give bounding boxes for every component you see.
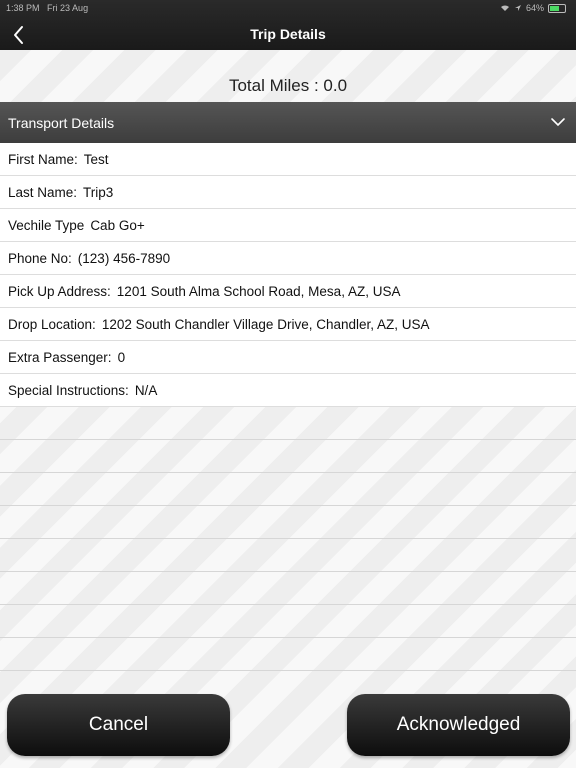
detail-row-pickup: Pick Up Address: 1201 South Alma School R… <box>0 275 576 308</box>
battery-icon <box>548 3 566 13</box>
detail-row-extra-passenger: Extra Passenger: 0 <box>0 341 576 374</box>
detail-key: Pick Up Address: <box>8 283 111 299</box>
detail-row-special-instructions: Special Instructions: N/A <box>0 374 576 407</box>
empty-row <box>0 539 576 572</box>
details-list: First Name: Test Last Name: Trip3 Vechile … <box>0 143 576 671</box>
detail-row-drop: Drop Location: 1202 South Chandler Villag… <box>0 308 576 341</box>
acknowledged-button[interactable]: Acknowledged <box>347 694 570 756</box>
detail-value: N/A <box>134 382 158 398</box>
detail-row-vehicle-type: Vechile Type Cab Go+ <box>0 209 576 242</box>
detail-row-first-name: First Name: Test <box>0 143 576 176</box>
detail-key: Phone No: <box>8 250 72 266</box>
status-bar: 1:38 PM Fri 23 Aug 64% <box>0 0 576 16</box>
detail-value: 1202 South Chandler Village Drive, Chand… <box>101 316 430 332</box>
detail-row-last-name: Last Name: Trip3 <box>0 176 576 209</box>
empty-row <box>0 506 576 539</box>
navigation-bar: 1:38 PM Fri 23 Aug 64% Trip Details <box>0 0 576 50</box>
detail-key: Special Instructions: <box>8 382 129 398</box>
transport-details-header[interactable]: Transport Details <box>0 102 576 143</box>
detail-value: 1201 South Alma School Road, Mesa, AZ, U… <box>116 283 401 299</box>
empty-row <box>0 440 576 473</box>
status-date: Fri 23 Aug <box>47 3 89 13</box>
detail-value: Cab Go+ <box>90 217 145 233</box>
detail-value: Test <box>83 151 109 167</box>
location-icon <box>514 5 521 11</box>
detail-value: 0 <box>117 349 126 365</box>
detail-key: First Name: <box>8 151 78 167</box>
status-right: 64% <box>500 3 566 13</box>
section-label: Transport Details <box>8 115 115 131</box>
page-title: Trip Details <box>250 26 326 42</box>
chevron-down-icon <box>551 118 565 127</box>
detail-row-phone: Phone No: (123) 456-7890 <box>0 242 576 275</box>
detail-key: Extra Passenger: <box>8 349 112 365</box>
detail-key: Vechile Type <box>8 217 85 233</box>
empty-row <box>0 605 576 638</box>
detail-value: Trip3 <box>83 184 114 200</box>
empty-row <box>0 407 576 440</box>
detail-value: (123) 456-7890 <box>77 250 171 266</box>
status-time: 1:38 PM <box>6 3 40 13</box>
empty-row <box>0 473 576 506</box>
cancel-button[interactable]: Cancel <box>7 694 230 756</box>
empty-row <box>0 638 576 671</box>
detail-key: Drop Location: <box>8 316 96 332</box>
status-time-date: 1:38 PM Fri 23 Aug <box>6 3 88 13</box>
battery-percent: 64% <box>525 3 544 13</box>
empty-row <box>0 572 576 605</box>
total-miles: Total Miles : 0.0 <box>228 76 348 95</box>
wifi-icon <box>500 5 509 11</box>
detail-key: Last Name: <box>8 184 78 200</box>
